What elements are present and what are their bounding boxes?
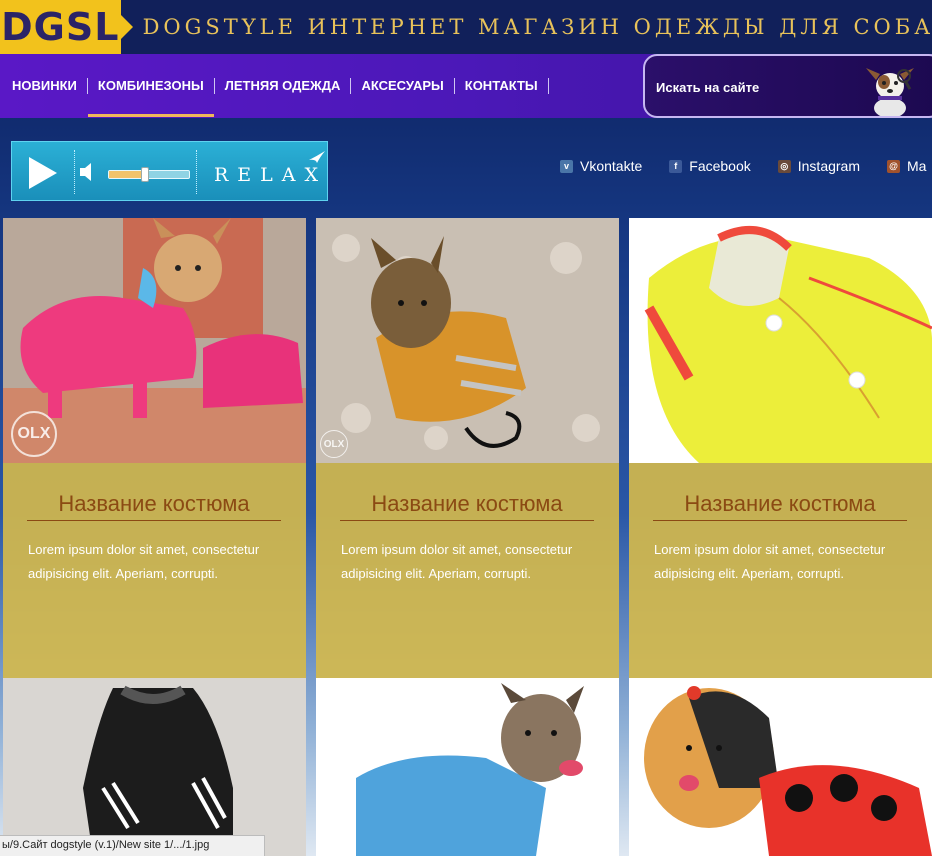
volume-handle[interactable] xyxy=(141,167,149,182)
site-logo[interactable]: DGSL xyxy=(0,0,133,54)
social-link-vkontakte[interactable]: v Vkontakte xyxy=(560,158,642,174)
player-divider xyxy=(74,150,75,194)
vk-icon: v xyxy=(560,159,573,173)
music-player: RELAX xyxy=(11,141,328,201)
social-label: Vkontakte xyxy=(580,158,643,174)
social-label: Ma xyxy=(907,158,927,174)
product-info: Название костюма Lorem ipsum dolor sit a… xyxy=(3,463,306,678)
product-description: Lorem ipsum dolor sit amet, consectetur … xyxy=(341,542,573,581)
product-description: Lorem ipsum dolor sit amet, consectetur … xyxy=(654,542,886,581)
product-photo[interactable]: OLX xyxy=(3,218,306,463)
dog-mascot-icon xyxy=(866,68,914,116)
dog-blue-jumpsuit-image xyxy=(316,678,619,856)
social-label: Facebook xyxy=(689,158,751,174)
volume-icon[interactable] xyxy=(78,161,100,183)
nav-item-jumpsuits[interactable]: КОМБИНЕЗОНЫ xyxy=(87,78,215,117)
social-link-facebook[interactable]: f Facebook xyxy=(669,158,751,174)
social-link-mail[interactable]: @ Ma xyxy=(887,158,926,174)
product-description: Lorem ipsum dolor sit amet, consectetur … xyxy=(28,542,260,581)
product-photo[interactable] xyxy=(629,678,932,856)
nav-item-summer[interactable]: ЛЕТНЯЯ ОДЕЖДА xyxy=(215,78,352,94)
instagram-icon: ◎ xyxy=(777,159,791,173)
player-label: RELAX xyxy=(214,164,328,186)
bird-icon xyxy=(309,151,325,163)
nav-menu: НОВИНКИ КОМБИНЕЗОНЫ ЛЕТНЯЯ ОДЕЖДА АКСЕСУ… xyxy=(12,78,549,117)
play-icon[interactable] xyxy=(26,155,60,191)
yellow-raincoat-image xyxy=(629,218,932,463)
player-divider xyxy=(196,150,197,194)
main-navbar: НОВИНКИ КОМБИНЕЗОНЫ ЛЕТНЯЯ ОДЕЖДА АКСЕСУ… xyxy=(0,54,932,118)
product-info: Название костюма Lorem ipsum dolor sit a… xyxy=(629,463,932,678)
nav-item-contacts[interactable]: КОНТАКТЫ xyxy=(455,78,549,94)
product-card[interactable]: OLX Название костюма Lorem ipsum dolor s… xyxy=(316,218,619,678)
olx-watermark: OLX xyxy=(320,430,348,458)
product-title[interactable]: Название костюма xyxy=(340,491,594,521)
volume-fill xyxy=(109,171,145,178)
site-search[interactable]: Искать на сайте xyxy=(643,54,932,118)
product-info: Название костюма Lorem ipsum dolor sit a… xyxy=(316,463,619,678)
dog-ladybug-costume-image xyxy=(629,678,932,856)
social-label: Instagram xyxy=(797,158,860,174)
black-winter-jacket-image xyxy=(3,678,306,856)
product-photo[interactable] xyxy=(629,218,932,463)
product-card[interactable] xyxy=(3,678,306,856)
product-card[interactable] xyxy=(629,678,932,856)
social-links: v Vkontakte f Facebook ◎ Instagram @ Ma xyxy=(560,158,932,174)
product-card[interactable] xyxy=(316,678,619,856)
nav-item-accessories[interactable]: АКСЕСУАРЫ xyxy=(351,78,455,94)
product-card[interactable]: Название костюма Lorem ipsum dolor sit a… xyxy=(629,218,932,678)
product-photo[interactable] xyxy=(3,678,306,856)
product-card[interactable]: OLX Название костюма Lorem ipsum dolor s… xyxy=(3,218,306,678)
browser-status-bar: ы/9.Сайт dogstyle (v.1)/New site 1/.../1… xyxy=(0,835,265,856)
olx-watermark: OLX xyxy=(11,411,57,457)
mail-icon: @ xyxy=(887,159,900,173)
site-tagline: DOGSTYLE ИНТЕРНЕТ МАГАЗИН ОДЕЖДЫ ДЛЯ СОБ… xyxy=(142,15,932,39)
dog-yellow-raincoat-image xyxy=(316,218,619,463)
product-title[interactable]: Название костюма xyxy=(27,491,281,521)
volume-slider[interactable] xyxy=(108,167,190,182)
search-label: Искать на сайте xyxy=(656,80,760,95)
product-title[interactable]: Название костюма xyxy=(653,491,907,521)
product-photo[interactable] xyxy=(316,678,619,856)
nav-item-new[interactable]: НОВИНКИ xyxy=(12,78,88,94)
facebook-icon: f xyxy=(669,159,683,173)
social-link-instagram[interactable]: ◎ Instagram xyxy=(777,158,860,174)
top-header: DGSL DOGSTYLE ИНТЕРНЕТ МАГАЗИН ОДЕЖДЫ ДЛ… xyxy=(0,0,932,54)
product-photo[interactable]: OLX xyxy=(316,218,619,463)
